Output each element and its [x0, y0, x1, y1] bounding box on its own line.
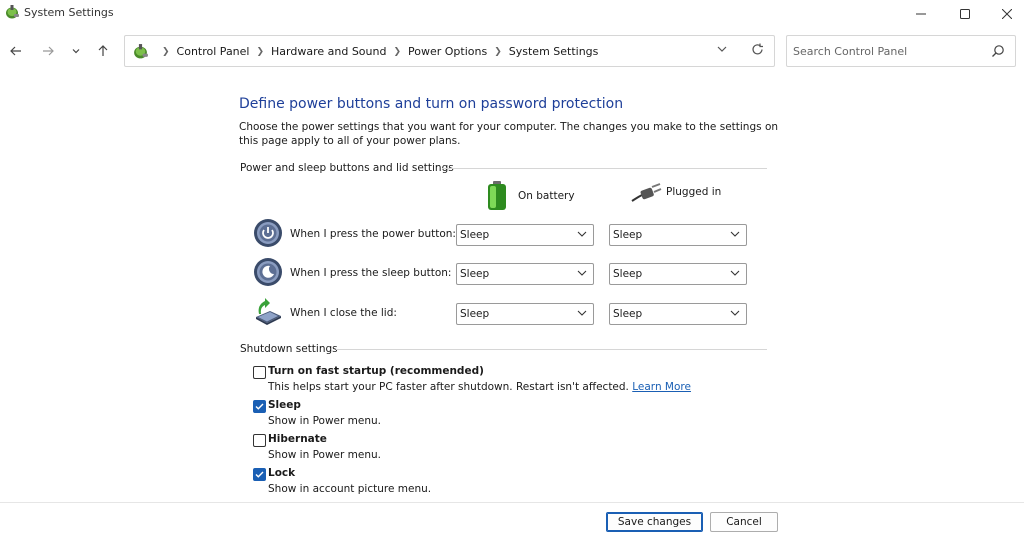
- arrow-right-icon: [43, 46, 54, 56]
- sleep-button-plugged-value: Sleep: [613, 268, 643, 280]
- laptop-lid-icon: [256, 298, 281, 325]
- fast-startup-label[interactable]: Turn on fast startup (recommended): [268, 365, 484, 377]
- checkmark-icon: [255, 403, 264, 410]
- window-title: System Settings: [24, 6, 114, 19]
- breadcrumb-system-settings[interactable]: System Settings: [509, 45, 599, 58]
- chevron-down-icon: [72, 49, 80, 54]
- hibernate-option-label[interactable]: Hibernate: [268, 433, 327, 445]
- breadcrumb-separator-icon[interactable]: ❯: [256, 47, 264, 57]
- power-options-icon: [134, 44, 148, 59]
- breadcrumb-separator-icon[interactable]: ❯: [393, 47, 401, 57]
- power-button-icon: [254, 219, 282, 247]
- sleep-button-plugged-select[interactable]: Sleep: [609, 263, 747, 285]
- section-divider: [336, 349, 767, 350]
- section-divider: [442, 168, 767, 169]
- close-lid-plugged-select[interactable]: Sleep: [609, 303, 747, 325]
- column-label-plugged: Plugged in: [666, 186, 722, 198]
- maximize-icon: [960, 8, 970, 19]
- chevron-down-icon: [730, 270, 740, 276]
- title-bar: System Settings: [0, 0, 1024, 27]
- lock-checkbox[interactable]: [253, 468, 266, 481]
- power-options-icon: [6, 5, 19, 19]
- refresh-icon: [752, 43, 763, 55]
- chevron-down-icon: [730, 310, 740, 316]
- save-changes-button[interactable]: Save changes: [606, 512, 703, 532]
- search-icon[interactable]: [991, 44, 1005, 58]
- column-header-plugged: Plugged in: [630, 181, 721, 203]
- chevron-down-icon: [577, 270, 587, 276]
- refresh-button[interactable]: [751, 43, 764, 60]
- footer-divider: [0, 502, 1024, 503]
- arrow-up-icon: [98, 45, 108, 56]
- breadcrumb-separator-icon[interactable]: ❯: [162, 47, 170, 57]
- fast-startup-checkbox[interactable]: [253, 366, 266, 379]
- recent-locations-button[interactable]: [66, 41, 86, 61]
- close-lid-battery-select[interactable]: Sleep: [456, 303, 594, 325]
- arrow-left-icon: [10, 46, 21, 56]
- breadcrumb-control-panel[interactable]: Control Panel: [177, 45, 250, 58]
- sleep-option-label[interactable]: Sleep: [268, 399, 301, 411]
- chevron-down-icon: [577, 310, 587, 316]
- sleep-button-label: When I press the sleep button:: [290, 267, 452, 279]
- chevron-down-icon: [730, 231, 740, 237]
- chevron-down-icon: [577, 231, 587, 237]
- up-button[interactable]: [93, 41, 113, 61]
- forward-button[interactable]: [38, 41, 58, 61]
- close-icon: [1002, 8, 1012, 19]
- fast-startup-description-text: This helps start your PC faster after sh…: [268, 381, 629, 393]
- fast-startup-description: This helps start your PC faster after sh…: [268, 381, 691, 393]
- power-plug-icon: [631, 183, 662, 202]
- page-title: Define power buttons and turn on passwor…: [239, 96, 624, 112]
- breadcrumb-separator-icon[interactable]: ❯: [494, 47, 502, 57]
- hibernate-checkbox[interactable]: [253, 434, 266, 447]
- close-button[interactable]: [984, 0, 1024, 27]
- maximize-button[interactable]: [942, 0, 988, 27]
- hibernate-option-description: Show in Power menu.: [268, 449, 381, 461]
- breadcrumb: ❯ Control Panel ❯ Hardware and Sound ❯ P…: [155, 45, 598, 58]
- chevron-down-icon: [717, 46, 727, 52]
- sleep-option-description: Show in Power menu.: [268, 415, 381, 427]
- address-dropdown-button[interactable]: [717, 44, 727, 57]
- sleep-checkbox[interactable]: [253, 400, 266, 413]
- breadcrumb-power-options[interactable]: Power Options: [408, 45, 487, 58]
- cancel-button[interactable]: Cancel: [710, 512, 778, 532]
- power-button-battery-value: Sleep: [460, 229, 490, 241]
- navigation-bar: ❯ Control Panel ❯ Hardware and Sound ❯ P…: [0, 34, 1024, 70]
- minimize-icon: [916, 13, 926, 14]
- power-button-battery-select[interactable]: Sleep: [456, 224, 594, 246]
- power-button-label: When I press the power button:: [290, 228, 456, 240]
- sleep-button-icon: [254, 258, 282, 286]
- breadcrumb-hardware-and-sound[interactable]: Hardware and Sound: [271, 45, 386, 58]
- column-header-battery: On battery: [486, 181, 575, 211]
- lock-option-description: Show in account picture menu.: [268, 483, 432, 495]
- sleep-button-battery-value: Sleep: [460, 268, 490, 280]
- minimize-button[interactable]: [898, 0, 944, 27]
- page-description: Choose the power settings that you want …: [239, 121, 779, 147]
- close-lid-label: When I close the lid:: [290, 307, 397, 319]
- column-label-battery: On battery: [518, 190, 575, 202]
- search-input[interactable]: [793, 43, 983, 59]
- battery-icon: [488, 181, 506, 210]
- power-section-header: Power and sleep buttons and lid settings: [240, 162, 454, 174]
- address-bar[interactable]: ❯ Control Panel ❯ Hardware and Sound ❯ P…: [124, 35, 775, 67]
- sleep-button-battery-select[interactable]: Sleep: [456, 263, 594, 285]
- learn-more-link[interactable]: Learn More: [632, 381, 691, 393]
- close-lid-plugged-value: Sleep: [613, 308, 643, 320]
- power-button-plugged-select[interactable]: Sleep: [609, 224, 747, 246]
- shutdown-section-header: Shutdown settings: [240, 343, 338, 355]
- power-button-plugged-value: Sleep: [613, 229, 643, 241]
- checkmark-icon: [255, 471, 264, 478]
- search-box: [786, 35, 1016, 67]
- lock-option-label[interactable]: Lock: [268, 467, 295, 479]
- close-lid-battery-value: Sleep: [460, 308, 490, 320]
- back-button[interactable]: [6, 41, 26, 61]
